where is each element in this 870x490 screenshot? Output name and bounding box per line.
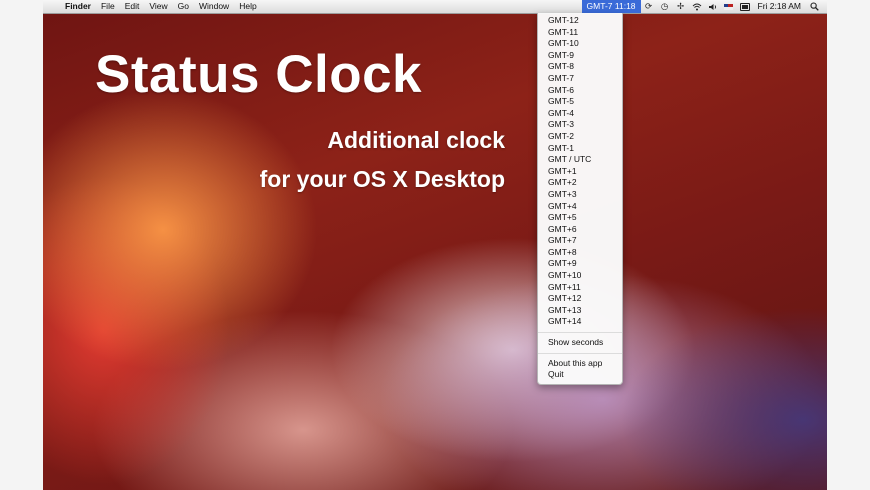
menu-item-timezone[interactable]: GMT+11	[538, 282, 622, 294]
menu-item-quit[interactable]: Quit	[538, 369, 622, 381]
menu-item-show-seconds[interactable]: Show seconds	[538, 337, 622, 349]
menu-separator	[538, 352, 622, 354]
volume-icon[interactable]	[708, 0, 718, 13]
menu-item-timezone[interactable]: GMT-9	[538, 50, 622, 62]
menu-window[interactable]: Window	[194, 0, 234, 13]
status-clock-dropdown: GMT-12 GMT-11 GMT-10 GMT-9 GMT-8 GMT-7 G…	[537, 13, 623, 385]
status-clock-menu[interactable]: GMT-7 11:18	[581, 0, 641, 13]
menu-item-timezone[interactable]: GMT-5	[538, 96, 622, 108]
menu-item-timezone[interactable]: GMT-7	[538, 73, 622, 85]
menu-bar: Finder File Edit View Go Window Help GMT…	[43, 0, 827, 14]
menu-view[interactable]: View	[144, 0, 172, 13]
menu-item-timezone[interactable]: GMT+4	[538, 201, 622, 213]
apple-menu-icon[interactable]	[43, 0, 60, 13]
menu-item-timezone[interactable]: GMT / UTC	[538, 154, 622, 166]
menu-separator	[538, 332, 622, 334]
flag-icon[interactable]	[724, 0, 734, 13]
wifi-icon[interactable]	[692, 0, 702, 13]
menu-item-timezone[interactable]: GMT-8	[538, 61, 622, 73]
menu-item-timezone[interactable]: GMT-4	[538, 108, 622, 120]
menu-file[interactable]: File	[96, 0, 120, 13]
menu-item-timezone[interactable]: GMT-1	[538, 143, 622, 155]
spotlight-search-icon[interactable]	[809, 0, 819, 13]
hero-subtitle-line2: for your OS X Desktop	[259, 166, 505, 192]
menu-item-timezone[interactable]: GMT+13	[538, 305, 622, 317]
time-machine-icon[interactable]: ◷	[660, 0, 670, 13]
sync-icon[interactable]: ⟳	[644, 0, 654, 13]
menu-item-timezone[interactable]: GMT+7	[538, 235, 622, 247]
menu-item-timezone[interactable]: GMT+12	[538, 293, 622, 305]
hero-title: Status Clock	[95, 45, 423, 104]
menu-item-timezone[interactable]: GMT-3	[538, 119, 622, 131]
menu-item-timezone[interactable]: GMT+14	[538, 316, 622, 328]
menu-item-timezone[interactable]: GMT+9	[538, 258, 622, 270]
menu-item-timezone[interactable]: GMT+6	[538, 224, 622, 236]
menu-item-timezone[interactable]: GMT+5	[538, 212, 622, 224]
menu-item-about[interactable]: About this app	[538, 358, 622, 370]
menu-item-timezone[interactable]: GMT-12	[538, 15, 622, 27]
menu-item-timezone[interactable]: GMT-11	[538, 27, 622, 39]
menu-item-timezone[interactable]: GMT+8	[538, 247, 622, 259]
menu-edit[interactable]: Edit	[120, 0, 145, 13]
menu-finder[interactable]: Finder	[60, 0, 96, 13]
menu-go[interactable]: Go	[173, 0, 194, 13]
bluetooth-icon[interactable]: ✢	[676, 0, 686, 13]
menu-item-timezone[interactable]: GMT+1	[538, 166, 622, 178]
datetime[interactable]: Fri 2:18 AM	[753, 0, 806, 13]
menu-item-timezone[interactable]: GMT+3	[538, 189, 622, 201]
menu-item-timezone[interactable]: GMT-10	[538, 38, 622, 50]
battery-icon[interactable]	[739, 0, 750, 13]
desktop: Finder File Edit View Go Window Help GMT…	[43, 0, 827, 490]
menu-item-timezone[interactable]: GMT-2	[538, 131, 622, 143]
menu-item-timezone[interactable]: GMT-6	[538, 85, 622, 97]
menu-item-timezone[interactable]: GMT+2	[538, 177, 622, 189]
menu-item-timezone[interactable]: GMT+10	[538, 270, 622, 282]
menu-help[interactable]: Help	[234, 0, 261, 13]
hero-subtitle-line1: Additional clock	[327, 127, 505, 153]
